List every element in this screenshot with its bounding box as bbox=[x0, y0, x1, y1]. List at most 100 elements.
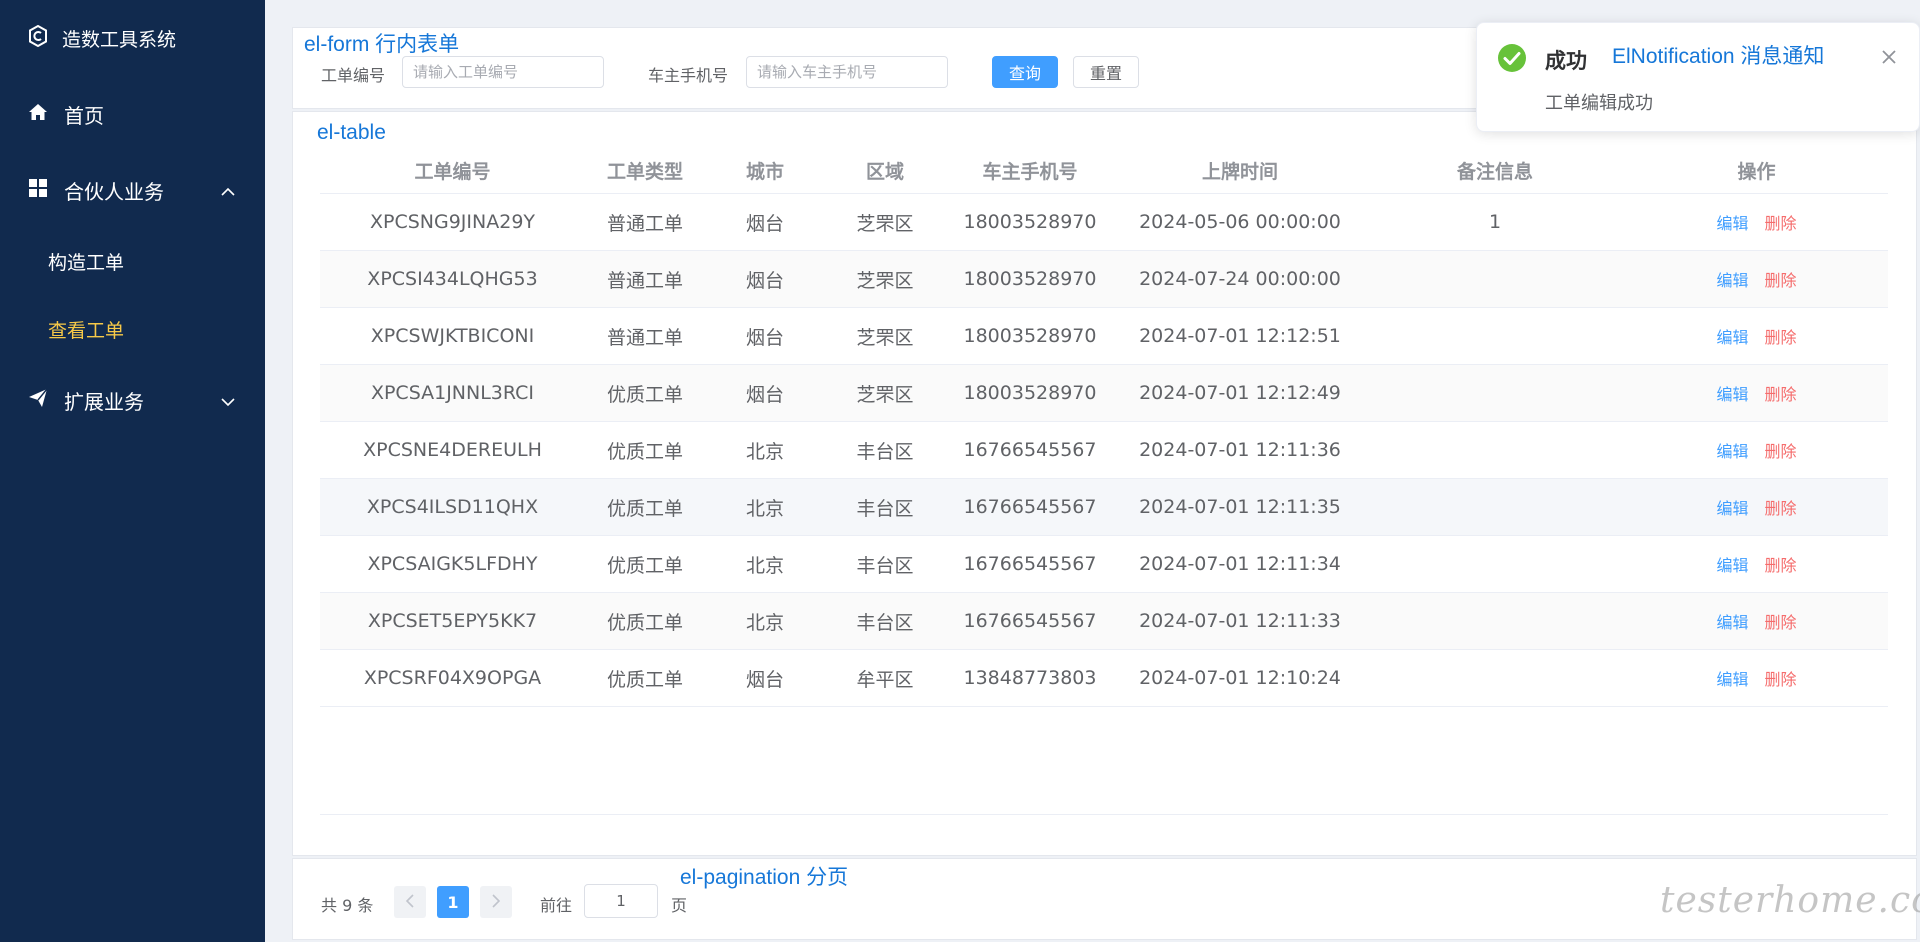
table-row[interactable]: XPCSAIGK5LFDHY 优质工单 北京 丰台区 16766545567 2024-0… bbox=[320, 536, 1888, 593]
column-header[interactable]: 工单编号 bbox=[320, 148, 585, 193]
table-row[interactable]: XPCS4ILSD11QHX 优质工单 北京 丰台区 16766545567 2024-0… bbox=[320, 479, 1888, 536]
table-cell: 16766545567 bbox=[963, 496, 1097, 518]
table-cell: 牟平区 bbox=[856, 668, 914, 691]
edit-button[interactable]: 编辑 bbox=[1716, 267, 1748, 291]
table-row[interactable]: XPCSI434LQHG53 普通工单 烟台 芝罘区 18003528970 2024-0… bbox=[320, 251, 1888, 308]
query-button[interactable]: 查询 bbox=[992, 56, 1058, 88]
delete-button[interactable]: 删除 bbox=[1765, 552, 1797, 576]
edit-button[interactable]: 编辑 bbox=[1716, 324, 1748, 348]
edit-button[interactable]: 编辑 bbox=[1716, 495, 1748, 519]
table-cell: 18003528970 bbox=[963, 211, 1097, 233]
column-header[interactable]: 备注信息 bbox=[1365, 148, 1625, 193]
delete-button[interactable]: 删除 bbox=[1765, 438, 1797, 462]
table-cell: 芝罘区 bbox=[856, 269, 914, 292]
table-cell: XPCSAIGK5LFDHY bbox=[367, 553, 538, 575]
grid-icon bbox=[28, 178, 48, 203]
row-actions: 编辑 删除 bbox=[1625, 593, 1888, 649]
column-header[interactable]: 区域 bbox=[825, 148, 945, 193]
success-notification: 成功 工单编辑成功 bbox=[1476, 22, 1920, 132]
column-header[interactable]: 操作 bbox=[1625, 148, 1888, 193]
page-number-current[interactable]: 1 bbox=[437, 886, 469, 918]
delete-button[interactable]: 删除 bbox=[1765, 324, 1797, 348]
order-no-input[interactable] bbox=[402, 56, 604, 88]
sidebar: 造数工具系统 首页 合伙人业务 构造工单 查看工单 扩展业务 bbox=[0, 0, 265, 942]
edit-button[interactable]: 编辑 bbox=[1716, 552, 1748, 576]
brand-title: 造数工具系统 bbox=[62, 28, 177, 51]
notification-title: 成功 bbox=[1545, 49, 1587, 73]
table-cell: 2024-07-01 12:11:36 bbox=[1139, 439, 1341, 461]
table-row[interactable]: XPCSA1JNNL3RCI 优质工单 烟台 芝罘区 18003528970 2024-0… bbox=[320, 365, 1888, 422]
sidebar-subitem-build-order[interactable]: 构造工单 bbox=[0, 234, 265, 288]
phone-input[interactable] bbox=[746, 56, 948, 88]
table-cell bbox=[1365, 308, 1625, 364]
edit-button[interactable]: 编辑 bbox=[1716, 609, 1748, 633]
sidebar-item-extend[interactable]: 扩展业务 bbox=[0, 373, 265, 427]
table-row[interactable]: XPCSRF04X9OPGA 优质工单 烟台 牟平区 13848773803 2024-0… bbox=[320, 650, 1888, 707]
table-row[interactable]: XPCSET5EPY5KK7 优质工单 北京 丰台区 16766545567 2024-0… bbox=[320, 593, 1888, 650]
column-header[interactable]: 城市 bbox=[705, 148, 825, 193]
table-cell: 2024-05-06 00:00:00 bbox=[1139, 211, 1341, 233]
reset-button[interactable]: 重置 bbox=[1073, 56, 1139, 88]
sidebar-item-label: 合伙人业务 bbox=[64, 179, 164, 204]
table-row[interactable]: XPCSNE4DEREULH 优质工单 北京 丰台区 16766545567 2024-0… bbox=[320, 422, 1888, 479]
table-cell: 丰台区 bbox=[856, 554, 914, 577]
chevron-right-icon bbox=[491, 893, 501, 912]
table-cell: 烟台 bbox=[745, 212, 784, 235]
row-actions: 编辑 删除 bbox=[1625, 650, 1888, 706]
sidebar-item-home[interactable]: 首页 bbox=[0, 87, 265, 141]
table-cell bbox=[1365, 593, 1625, 649]
table-cell: 芝罘区 bbox=[856, 212, 914, 235]
chevron-down-icon bbox=[221, 388, 235, 412]
edit-button[interactable]: 编辑 bbox=[1716, 210, 1748, 234]
edit-button[interactable]: 编辑 bbox=[1716, 666, 1748, 690]
table-cell: 烟台 bbox=[745, 383, 784, 406]
table-cell: 芝罘区 bbox=[856, 326, 914, 349]
row-actions: 编辑 删除 bbox=[1625, 479, 1888, 535]
edit-button[interactable]: 编辑 bbox=[1716, 438, 1748, 462]
table-cell: 普通工单 bbox=[606, 326, 683, 349]
delete-button[interactable]: 删除 bbox=[1765, 609, 1797, 633]
column-header[interactable]: 上牌时间 bbox=[1115, 148, 1365, 193]
table-cell: 丰台区 bbox=[856, 497, 914, 520]
prev-page-button[interactable] bbox=[394, 886, 426, 918]
table-cell: 普通工单 bbox=[606, 269, 683, 292]
table-cell: 烟台 bbox=[745, 668, 784, 691]
sidebar-subitem-label: 构造工单 bbox=[48, 251, 125, 274]
order-no-label: 工单编号 bbox=[321, 66, 386, 85]
table-row[interactable]: XPCSWJKTBICONI 普通工单 烟台 芝罘区 18003528970 2024-0… bbox=[320, 308, 1888, 365]
watermark-text: testerhome.com bbox=[1660, 880, 1920, 921]
table-cell: 普通工单 bbox=[606, 212, 683, 235]
pagination-annotation: el-pagination 分页 bbox=[680, 866, 849, 889]
table-bottom-border bbox=[320, 814, 1888, 815]
sidebar-subitem-view-order[interactable]: 查看工单 bbox=[0, 302, 265, 356]
next-page-button[interactable] bbox=[480, 886, 512, 918]
table-cell: 北京 bbox=[745, 611, 784, 634]
table-cell: 北京 bbox=[745, 497, 784, 520]
sidebar-subitem-label: 查看工单 bbox=[48, 319, 125, 342]
delete-button[interactable]: 删除 bbox=[1765, 666, 1797, 690]
table-body: XPCSNG9JINA29Y 普通工单 烟台 芝罘区 18003528970 2024-0… bbox=[320, 194, 1888, 707]
column-header[interactable]: 车主手机号 bbox=[945, 148, 1115, 193]
table-cell: 丰台区 bbox=[856, 611, 914, 634]
column-header[interactable]: 工单类型 bbox=[585, 148, 705, 193]
table-cell: 13848773803 bbox=[963, 667, 1097, 689]
close-icon[interactable] bbox=[1879, 47, 1899, 67]
delete-button[interactable]: 删除 bbox=[1765, 210, 1797, 234]
chevron-left-icon bbox=[405, 893, 415, 912]
goto-page-input[interactable] bbox=[584, 884, 658, 918]
delete-button[interactable]: 删除 bbox=[1765, 495, 1797, 519]
table-cell: XPCSA1JNNL3RCI bbox=[370, 382, 535, 404]
table-cell: 烟台 bbox=[745, 326, 784, 349]
table-row[interactable]: XPCSNG9JINA29Y 普通工单 烟台 芝罘区 18003528970 2024-0… bbox=[320, 194, 1888, 251]
table-cell: 芝罘区 bbox=[856, 383, 914, 406]
table-cell: 优质工单 bbox=[606, 383, 683, 406]
delete-button[interactable]: 删除 bbox=[1765, 381, 1797, 405]
sidebar-item-partner[interactable]: 合伙人业务 bbox=[0, 163, 265, 217]
delete-button[interactable]: 删除 bbox=[1765, 267, 1797, 291]
table-annotation: el-table bbox=[317, 121, 386, 144]
edit-button[interactable]: 编辑 bbox=[1716, 381, 1748, 405]
table-cell: 18003528970 bbox=[963, 268, 1097, 290]
table-cell: 2024-07-01 12:11:34 bbox=[1139, 553, 1341, 575]
notification-message: 工单编辑成功 bbox=[1545, 93, 1653, 114]
sidebar-brand[interactable]: 造数工具系统 bbox=[28, 24, 176, 52]
